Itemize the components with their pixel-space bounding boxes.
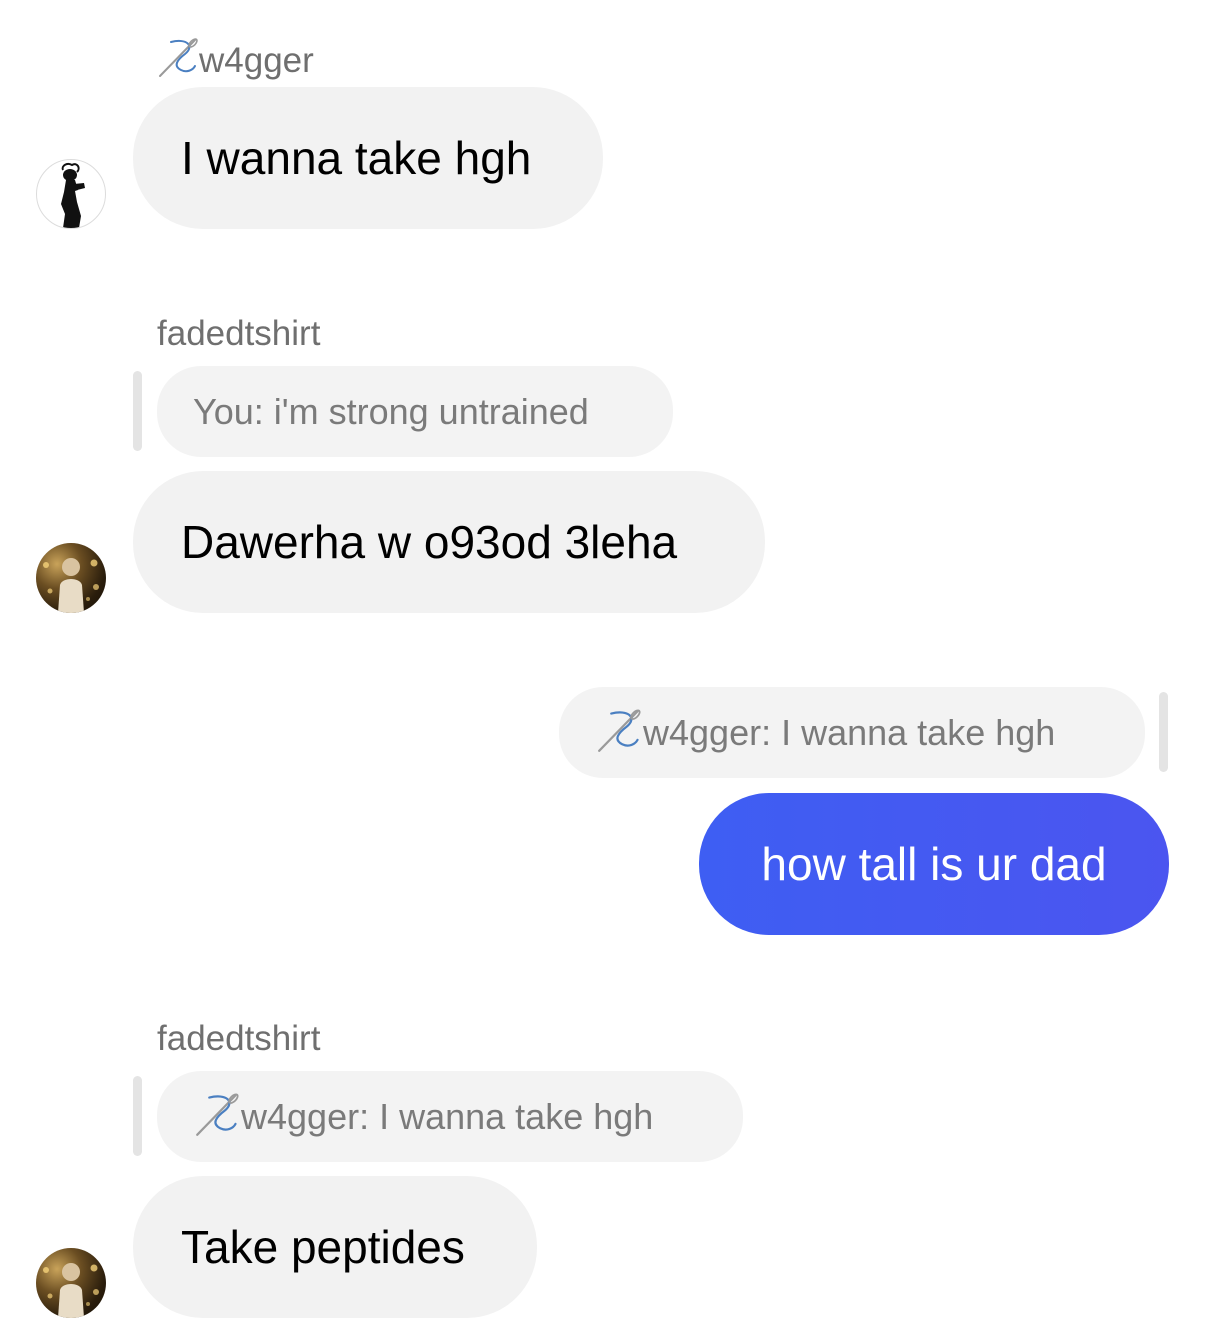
message-text: Take peptides xyxy=(181,1221,465,1273)
reply-indicator-bar xyxy=(133,371,142,451)
reply-indicator-bar xyxy=(133,1076,142,1156)
message-text: Dawerha w o93od 3leha xyxy=(181,516,678,568)
message-bubble-outgoing[interactable]: how tall is ur dad xyxy=(699,793,1169,935)
sender-name-fadedtshirt: fadedtshirt xyxy=(157,316,320,351)
message-text: how tall is ur dad xyxy=(761,838,1107,890)
needle-thread-icon xyxy=(595,707,645,759)
reply-quote[interactable]: You: i'm strong untrained xyxy=(157,366,673,457)
reply-quote-text: w4gger: I wanna take hgh xyxy=(241,1095,654,1137)
sender-name-text: fadedtshirt xyxy=(157,1019,321,1058)
sender-name-text: w4gger xyxy=(199,41,314,80)
message-text: I wanna take hgh xyxy=(181,132,532,184)
avatar-fadedtshirt[interactable] xyxy=(36,1248,106,1318)
sender-name-w4gger: w4gger xyxy=(157,36,314,84)
reply-quote-text: w4gger: I wanna take hgh xyxy=(643,711,1056,753)
concert-photo-avatar-icon xyxy=(43,558,99,613)
reply-indicator-bar xyxy=(1159,692,1168,772)
message-bubble[interactable]: Dawerha w o93od 3leha xyxy=(133,471,765,613)
sketch-person-avatar-icon xyxy=(61,162,85,228)
avatar-w4gger[interactable] xyxy=(36,159,106,229)
needle-thread-icon xyxy=(193,1091,243,1143)
reply-quote-text: You: i'm strong untrained xyxy=(193,390,589,432)
avatar-fadedtshirt[interactable] xyxy=(36,543,106,613)
message-bubble[interactable]: I wanna take hgh xyxy=(133,87,603,229)
concert-photo-avatar-icon xyxy=(43,1263,99,1318)
sender-name-text: fadedtshirt xyxy=(157,314,321,353)
reply-quote[interactable]: w4gger: I wanna take hgh xyxy=(559,687,1145,778)
sender-name-fadedtshirt: fadedtshirt xyxy=(157,1021,320,1056)
reply-quote[interactable]: w4gger: I wanna take hgh xyxy=(157,1071,743,1162)
message-bubble[interactable]: Take peptides xyxy=(133,1176,537,1318)
needle-thread-icon xyxy=(157,36,201,84)
